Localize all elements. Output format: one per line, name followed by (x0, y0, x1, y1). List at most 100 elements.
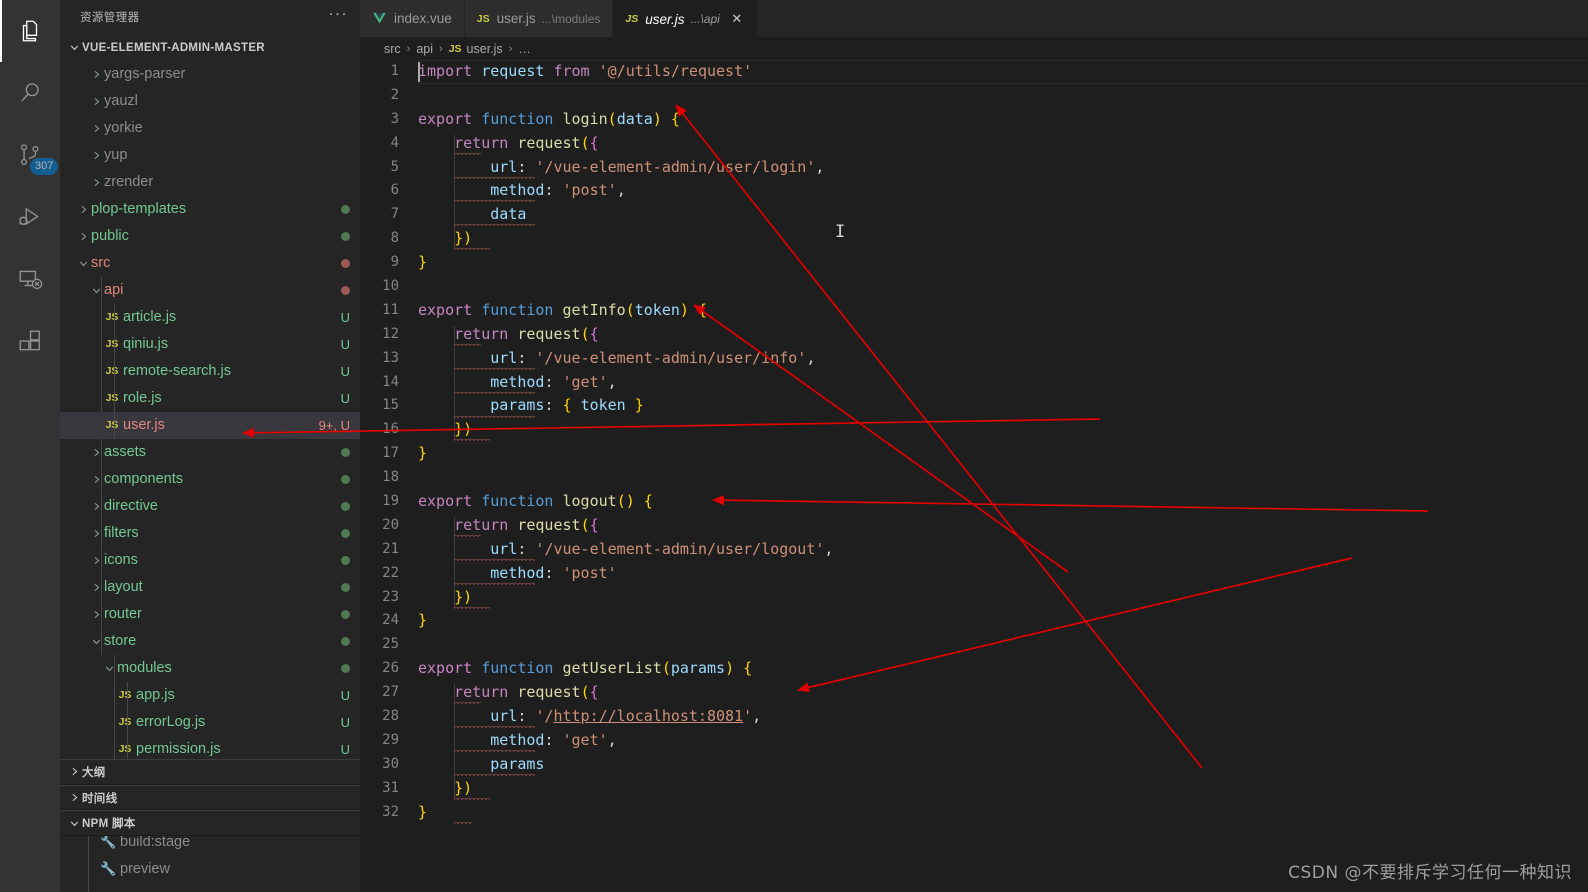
code-line[interactable]: 28 url: '/http://localhost:8081', (360, 705, 1588, 729)
code-line[interactable]: 13 url: '/vue-element-admin/user/info', (360, 347, 1588, 371)
tree-folder-item[interactable]: modules (60, 655, 360, 682)
tab-user-js-modules[interactable]: JS user.js ...\modules (464, 0, 614, 37)
code-line[interactable]: 23 }) (360, 586, 1588, 610)
code-line[interactable]: 27 return request({ (360, 681, 1588, 705)
chevron-right-icon[interactable] (75, 230, 91, 243)
close-icon[interactable]: ✕ (729, 11, 745, 27)
code-line[interactable]: 6 method: 'post', (360, 179, 1588, 203)
tree-folder-item[interactable]: store (60, 628, 360, 655)
code-line[interactable]: 24} (360, 609, 1588, 633)
activity-item-search[interactable] (0, 62, 60, 124)
code-line[interactable]: 10 (360, 275, 1588, 299)
code-line[interactable]: 17} (360, 442, 1588, 466)
code-line[interactable]: 26 export function getUserList(params) { (360, 657, 1588, 681)
tree-folder-item[interactable]: layout (60, 574, 360, 601)
code-line[interactable]: 15 params: { token } (360, 394, 1588, 418)
tab-label: user.js (496, 11, 536, 26)
tab-index-vue[interactable]: index.vue (360, 0, 465, 37)
tree-file-item[interactable]: JS errorLog.js U (60, 709, 360, 736)
code-line[interactable]: 29 method: 'get', (360, 729, 1588, 753)
code-line[interactable]: 31 }) (360, 777, 1588, 801)
tree-folder-item[interactable]: yauzl (60, 88, 360, 115)
code-line[interactable]: 30 params (360, 753, 1588, 777)
chevron-right-icon[interactable] (88, 176, 104, 189)
line-number: 12 (382, 325, 399, 342)
tree-folder-item[interactable]: assets (60, 439, 360, 466)
code-line[interactable]: 3 export function login(data) { (360, 108, 1588, 132)
panel-timeline[interactable]: 时间线 (60, 784, 360, 811)
tree-folder-item[interactable]: yup (60, 142, 360, 169)
project-root-header[interactable]: VUE-ELEMENT-ADMIN-MASTER (60, 34, 360, 61)
code-line[interactable]: 32} (360, 801, 1588, 825)
activity-item-remote-explorer[interactable] (0, 248, 60, 310)
code-line[interactable]: 2 (360, 84, 1588, 108)
tree-file-item[interactable]: JS user.js 9+, U (60, 411, 360, 439)
tab-user-js-api[interactable]: JS user.js ...\api ✕ (613, 0, 758, 37)
chevron-right-icon[interactable] (75, 203, 91, 216)
npm-scripts-list[interactable]: 🔧 build:stage 🔧 preview (60, 836, 360, 892)
js-icon: JS (105, 419, 119, 432)
code-line[interactable]: 9} (360, 251, 1588, 275)
tree-folder-item[interactable]: zrender (60, 169, 360, 196)
breadcrumb-item-api[interactable]: api (416, 42, 433, 56)
code-line[interactable]: 18 (360, 466, 1588, 490)
tree-folder-item[interactable]: src (60, 250, 360, 277)
breadcrumb-item-file[interactable]: user.js (467, 42, 503, 56)
tree-folder-item[interactable]: yorkie (60, 115, 360, 142)
code-line[interactable]: 12 return request({ (360, 323, 1588, 347)
code-line[interactable]: 16 }) (360, 418, 1588, 442)
tree-folder-item[interactable]: router (60, 601, 360, 628)
panel-outline[interactable]: 大纲 (60, 758, 360, 785)
code-line[interactable]: 8 }) (360, 227, 1588, 251)
activity-item-extensions[interactable] (0, 310, 60, 372)
panel-npm-scripts[interactable]: NPM 脚本 (60, 810, 360, 837)
line-number: 19 (382, 493, 399, 510)
tree-folder-item[interactable]: api (60, 277, 360, 304)
tree-folder-item[interactable]: directive (60, 493, 360, 520)
chevron-right-icon[interactable] (88, 122, 104, 135)
activity-item-run-and-debug[interactable] (0, 186, 60, 248)
code-line[interactable]: 1 import request from '@/utils/request' (360, 60, 1588, 84)
code-line[interactable]: 11 export function getInfo(token) { (360, 299, 1588, 323)
code-line[interactable]: 22 method: 'post' (360, 562, 1588, 586)
js-icon: JS (105, 311, 119, 324)
tree-folder-item[interactable]: components (60, 466, 360, 493)
activity-item-source-control[interactable]: 307 (0, 124, 60, 186)
file-tree[interactable]: yargs-parser yauzl yorkie yup zrender plop-te… (60, 60, 360, 759)
code-line[interactable]: 5 url: '/vue-element-admin/user/login', (360, 156, 1588, 180)
tree-file-item[interactable]: JS article.js U (60, 304, 360, 331)
code-editor[interactable]: 1 import request from '@/utils/request' 2 3… (360, 60, 1588, 892)
code-line[interactable]: 4 return request({ (360, 132, 1588, 156)
tree-file-item[interactable]: JS remote-search.js U (60, 358, 360, 385)
code-line[interactable]: 20 return request({ (360, 514, 1588, 538)
code-line[interactable]: 14 method: 'get', (360, 371, 1588, 395)
npm-script-item[interactable]: 🔧 build:stage (60, 836, 360, 855)
tree-folder-item[interactable]: public (60, 223, 360, 250)
code-line[interactable]: 25 (360, 633, 1588, 657)
code-link[interactable]: http://localhost:8081 (553, 707, 743, 725)
code-lines[interactable]: 1 import request from '@/utils/request' 2 3… (360, 60, 1588, 825)
chevron-down-icon[interactable] (75, 257, 91, 270)
tree-file-item[interactable]: JS app.js U (60, 682, 360, 709)
tree-folder-item[interactable]: yargs-parser (60, 61, 360, 88)
tree-item-label: user.js (123, 417, 165, 434)
tree-file-item[interactable]: JS permission.js U (60, 736, 360, 759)
breadcrumb-item-symbols[interactable]: … (518, 42, 531, 56)
code-line[interactable]: 21 url: '/vue-element-admin/user/logout'… (360, 538, 1588, 562)
npm-script-item[interactable]: 🔧 preview (60, 855, 360, 882)
more-actions-icon[interactable]: ··· (329, 6, 349, 24)
code-line[interactable]: 19 export function logout() { (360, 490, 1588, 514)
chevron-right-icon[interactable] (88, 149, 104, 162)
js-icon: JS (118, 689, 132, 702)
error-squiggle (454, 390, 536, 394)
tree-folder-item[interactable]: filters (60, 520, 360, 547)
tree-folder-item[interactable]: icons (60, 547, 360, 574)
breadcrumb-item-src[interactable]: src (384, 42, 401, 56)
code-line[interactable]: 7 data (360, 203, 1588, 227)
tree-folder-item[interactable]: plop-templates (60, 196, 360, 223)
activity-item-explorer[interactable] (0, 0, 60, 62)
tree-file-item[interactable]: JS qiniu.js U (60, 331, 360, 358)
chevron-right-icon[interactable] (88, 68, 104, 81)
tree-file-item[interactable]: JS role.js U (60, 385, 360, 412)
chevron-right-icon[interactable] (88, 95, 104, 108)
